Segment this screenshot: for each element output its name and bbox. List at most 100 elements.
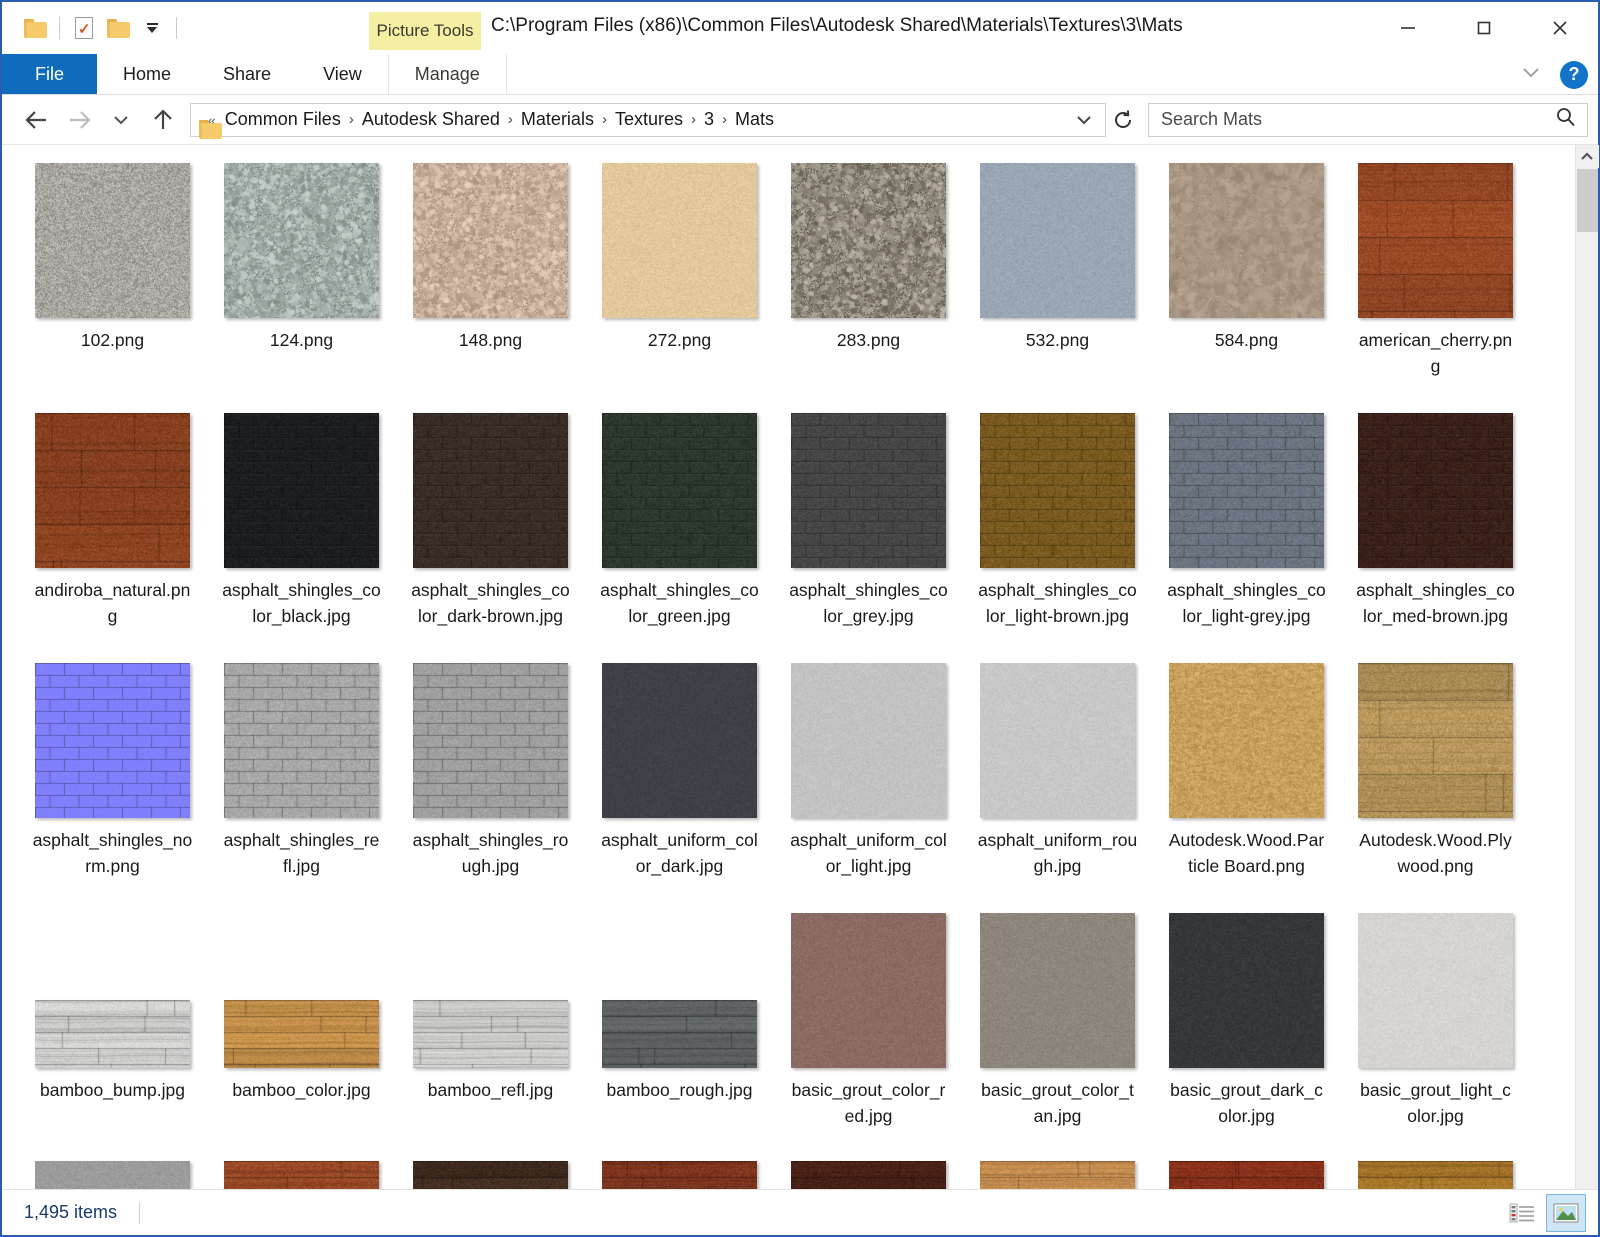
- tab-file[interactable]: File: [2, 54, 97, 94]
- file-tile[interactable]: andiroba_natural.png: [18, 409, 207, 659]
- chevron-down-icon[interactable]: [1518, 63, 1544, 86]
- file-tile[interactable]: asphalt_shingles_color_light-grey.jpg: [1152, 409, 1341, 659]
- file-tile[interactable]: asphalt_uniform_rough.jpg: [963, 659, 1152, 909]
- file-tile[interactable]: 283.png: [774, 159, 963, 409]
- file-tile[interactable]: bamboo_refl.jpg: [396, 909, 585, 1159]
- file-tile[interactable]: basic_grout_color_tan.jpg: [963, 909, 1152, 1159]
- tab-view[interactable]: View: [297, 54, 388, 94]
- texture-preview-image: [791, 1161, 946, 1189]
- file-tile[interactable]: [396, 1157, 585, 1189]
- texture-preview-image: [791, 913, 946, 1068]
- file-tile[interactable]: [18, 1157, 207, 1189]
- search-input[interactable]: Search Mats: [1148, 103, 1588, 137]
- file-name-label: asphalt_shingles_color_grey.jpg: [789, 577, 949, 629]
- address-bar: « Common Files › Autodesk Shared › Mater…: [2, 95, 1598, 144]
- file-tile[interactable]: asphalt_uniform_color_dark.jpg: [585, 659, 774, 909]
- breadcrumb[interactable]: « Common Files › Autodesk Shared › Mater…: [190, 103, 1106, 137]
- file-tile[interactable]: Autodesk.Wood.Plywood.png: [1341, 659, 1530, 909]
- breadcrumb-separator[interactable]: ›: [721, 111, 728, 128]
- contextual-tab-picture-tools[interactable]: Picture Tools: [369, 12, 481, 50]
- file-tile[interactable]: bamboo_bump.jpg: [18, 909, 207, 1159]
- customize-quick-access-dropdown[interactable]: [135, 11, 169, 45]
- arrow-right-icon[interactable]: [58, 100, 100, 140]
- file-tile[interactable]: 102.png: [18, 159, 207, 409]
- breadcrumb-item-autodesk-shared[interactable]: Autodesk Shared: [355, 109, 507, 130]
- scrollbar-thumb[interactable]: [1577, 169, 1598, 232]
- arrow-up-icon[interactable]: [142, 100, 184, 140]
- file-tile[interactable]: bamboo_color.jpg: [207, 909, 396, 1159]
- file-tile[interactable]: [585, 1157, 774, 1189]
- file-name-label: basic_grout_color_red.jpg: [789, 1077, 949, 1129]
- file-tile[interactable]: basic_grout_color_red.jpg: [774, 909, 963, 1159]
- address-dropdown-chevron-down-icon[interactable]: [1069, 111, 1099, 129]
- breadcrumb-separator[interactable]: ›: [690, 111, 697, 128]
- search-icon[interactable]: [1555, 106, 1577, 133]
- texture-preview-image: [980, 913, 1135, 1068]
- file-grid[interactable]: 102.png 124.png 148.png 272.png 283.png 532.p…: [2, 145, 1575, 1189]
- file-tile[interactable]: 272.png: [585, 159, 774, 409]
- file-thumbnail: [980, 913, 1135, 1068]
- file-tile[interactable]: asphalt_shingles_color_light-brown.jpg: [963, 409, 1152, 659]
- file-tile[interactable]: asphalt_shingles_color_dark-brown.jpg: [396, 409, 585, 659]
- minimize-icon[interactable]: [1370, 2, 1446, 54]
- file-tile[interactable]: asphalt_shingles_color_black.jpg: [207, 409, 396, 659]
- file-tile[interactable]: asphalt_shingles_refl.jpg: [207, 659, 396, 909]
- breadcrumb-separator[interactable]: ›: [507, 111, 514, 128]
- arrow-left-icon[interactable]: [16, 100, 58, 140]
- breadcrumb-item-common-files[interactable]: Common Files: [218, 109, 348, 130]
- file-thumbnail: [980, 413, 1135, 568]
- file-tile[interactable]: [963, 1157, 1152, 1189]
- file-tile[interactable]: 148.png: [396, 159, 585, 409]
- file-tile[interactable]: 532.png: [963, 159, 1152, 409]
- file-tile[interactable]: bamboo_rough.jpg: [585, 909, 774, 1159]
- breadcrumb-item-textures[interactable]: Textures: [608, 109, 690, 130]
- file-tile[interactable]: asphalt_shingles_color_med-brown.jpg: [1341, 409, 1530, 659]
- file-tile[interactable]: asphalt_shingles_color_green.jpg: [585, 409, 774, 659]
- file-thumbnail: [791, 913, 946, 1068]
- file-thumbnail: [1169, 913, 1324, 1068]
- maximize-icon[interactable]: [1446, 2, 1522, 54]
- close-icon[interactable]: [1522, 2, 1598, 54]
- texture-preview-image: [980, 163, 1135, 318]
- file-tile[interactable]: basic_grout_light_color.jpg: [1341, 909, 1530, 1159]
- refresh-icon[interactable]: [1106, 108, 1140, 132]
- vertical-scrollbar[interactable]: [1575, 145, 1598, 1189]
- file-name-label: Autodesk.Wood.Plywood.png: [1356, 827, 1516, 879]
- breadcrumb-item-3[interactable]: 3: [697, 109, 721, 130]
- file-tile[interactable]: asphalt_shingles_norm.png: [18, 659, 207, 909]
- tab-share[interactable]: Share: [197, 54, 297, 94]
- file-thumbnail: [980, 663, 1135, 818]
- scroll-up-chevron-up-icon[interactable]: [1576, 145, 1599, 168]
- tab-manage[interactable]: Manage: [388, 54, 507, 94]
- file-tile[interactable]: 124.png: [207, 159, 396, 409]
- file-tile[interactable]: asphalt_shingles_rough.jpg: [396, 659, 585, 909]
- file-tile[interactable]: american_cherry.png: [1341, 159, 1530, 409]
- file-tile[interactable]: asphalt_shingles_color_grey.jpg: [774, 409, 963, 659]
- file-tile[interactable]: 584.png: [1152, 159, 1341, 409]
- breadcrumb-item-materials[interactable]: Materials: [514, 109, 601, 130]
- file-tile[interactable]: [207, 1157, 396, 1189]
- breadcrumb-separator[interactable]: ›: [348, 111, 355, 128]
- file-tile[interactable]: [1341, 1157, 1530, 1189]
- file-tile[interactable]: [1152, 1157, 1341, 1189]
- file-tile[interactable]: basic_grout_dark_color.jpg: [1152, 909, 1341, 1159]
- large-icons-view-button[interactable]: [1546, 1194, 1586, 1232]
- file-tile[interactable]: asphalt_uniform_color_light.jpg: [774, 659, 963, 909]
- file-name-label: asphalt_uniform_color_light.jpg: [789, 827, 949, 879]
- recent-locations-chevron-down-icon[interactable]: [100, 100, 142, 140]
- explorer-folder-icon[interactable]: [18, 11, 52, 45]
- help-button[interactable]: ?: [1560, 61, 1588, 89]
- file-tile[interactable]: Autodesk.Wood.Particle Board.png: [1152, 659, 1341, 909]
- details-view-button[interactable]: [1502, 1194, 1542, 1232]
- breadcrumb-item-mats[interactable]: Mats: [728, 109, 781, 130]
- window-controls: [1370, 2, 1598, 54]
- new-folder-icon[interactable]: [101, 11, 135, 45]
- properties-icon[interactable]: ✓: [67, 11, 101, 45]
- breadcrumb-separator[interactable]: ›: [601, 111, 608, 128]
- tab-home[interactable]: Home: [97, 54, 197, 94]
- file-thumbnail: [1169, 163, 1324, 318]
- file-name-label: bamboo_bump.jpg: [33, 1077, 193, 1103]
- file-name-label: asphalt_shingles_rough.jpg: [411, 827, 571, 879]
- file-name-label: 124.png: [222, 327, 382, 353]
- file-tile[interactable]: [774, 1157, 963, 1189]
